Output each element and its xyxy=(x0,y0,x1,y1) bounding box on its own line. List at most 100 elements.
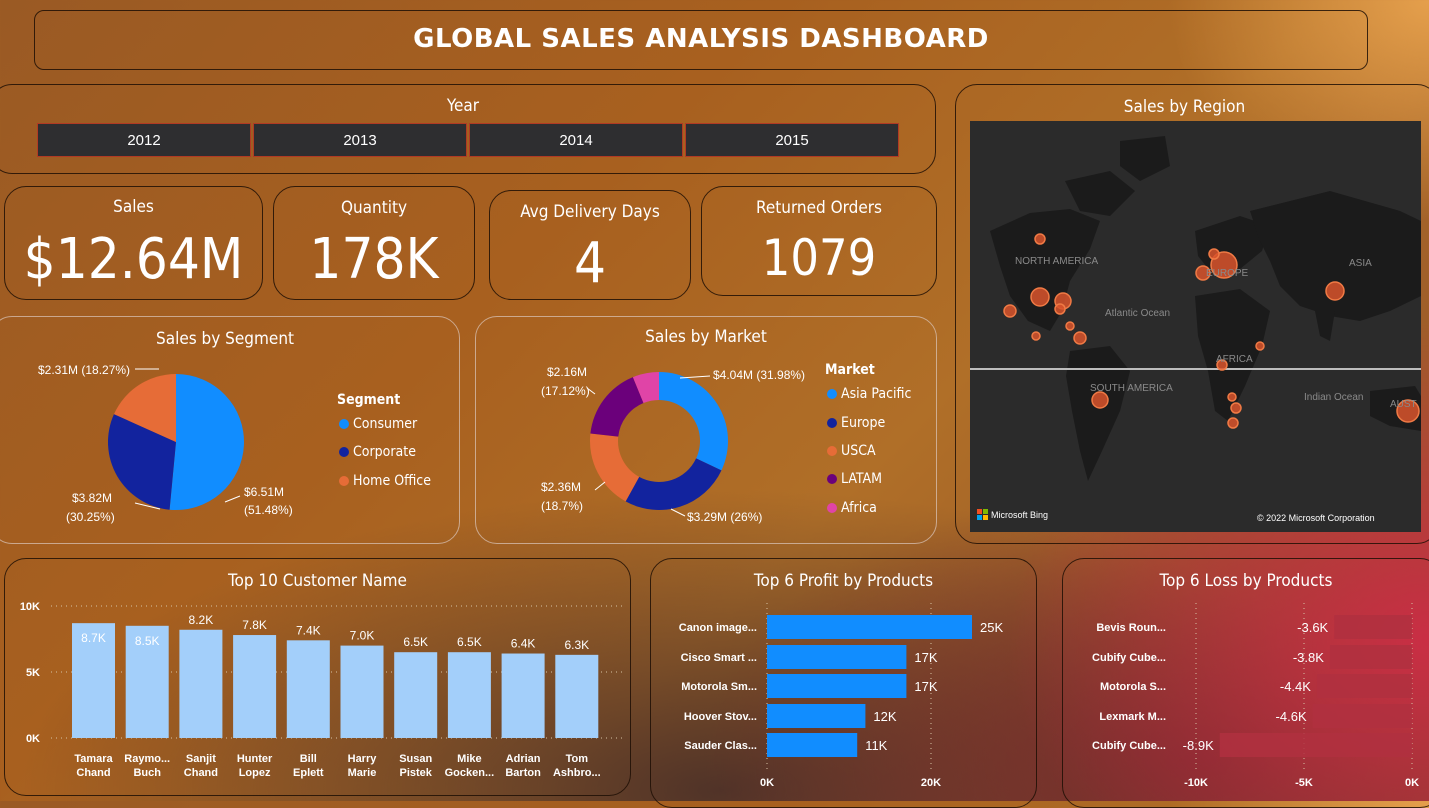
segment-label-corporate-pct: (30.25%) xyxy=(66,510,115,524)
y-tick-label: Lexmark M... xyxy=(1099,711,1166,723)
legend-dot-icon xyxy=(339,476,349,486)
x-tick-label: -10K xyxy=(1184,777,1208,789)
profit-bar[interactable] xyxy=(767,704,866,728)
y-tick-label: Motorola S... xyxy=(1100,681,1166,693)
data-label: 11K xyxy=(865,738,887,753)
data-label: 8.7K xyxy=(81,631,106,645)
map-label-south-america: SOUTH AMERICA xyxy=(1090,383,1173,394)
customer-bar[interactable] xyxy=(340,645,384,738)
x-tick-label: Gocken... xyxy=(445,767,495,779)
legend-dot-icon xyxy=(339,419,349,429)
dashboard-title: GLOBAL SALES ANALYSIS DASHBOARD xyxy=(413,24,989,54)
segment-slice-consumer[interactable] xyxy=(169,374,245,510)
data-label: 7.8K xyxy=(242,618,267,632)
market-slice-latam[interactable] xyxy=(590,377,644,437)
customer-bar[interactable] xyxy=(179,629,223,738)
customer-bar[interactable] xyxy=(286,640,330,738)
loss-bar[interactable] xyxy=(1219,733,1412,757)
profit-bar[interactable] xyxy=(767,645,907,669)
x-tick-label: Tom xyxy=(566,753,589,765)
legend-label: Europe xyxy=(841,415,886,431)
bing-label: Microsoft Bing xyxy=(991,510,1048,520)
market-legend-usca[interactable]: USCA xyxy=(827,443,876,459)
y-tick-label: 5K xyxy=(26,667,40,679)
x-tick-label: Lopez xyxy=(239,767,271,779)
legend-label: LATAM xyxy=(841,471,882,487)
profit-bar[interactable] xyxy=(767,615,972,639)
x-tick-label: Harry xyxy=(348,753,378,765)
legend-label: USCA xyxy=(841,443,876,459)
data-label: 8.5K xyxy=(135,634,160,648)
loss-bar-chart: -10K -5K 0K Bevis Roun... -3.6K Cubify Cube.… xyxy=(1092,603,1419,789)
data-label: 17K xyxy=(914,650,937,665)
market-legend-latam[interactable]: LATAM xyxy=(827,471,882,487)
legend-label: Home Office xyxy=(353,473,431,489)
market-legend-asia-pacific[interactable]: Asia Pacific xyxy=(827,386,911,402)
customer-bar[interactable] xyxy=(394,652,438,738)
segment-legend-home-office[interactable]: Home Office xyxy=(339,473,431,489)
kpi-sales-label: Sales xyxy=(113,197,154,217)
year-slicer: Year 2012 2013 2014 2015 xyxy=(0,84,936,174)
segment-legend-title: Segment xyxy=(337,392,401,408)
map-label-africa: AFRICA xyxy=(1216,354,1253,365)
x-tick-label: 0K xyxy=(760,777,774,789)
year-slicer-title: Year xyxy=(446,96,480,116)
customers-bar-chart: 10K 5K 0K 8.7K Tamara Chand 8.5K Raymo... Buch 8… xyxy=(20,601,624,779)
y-tick-label: Sauder Clas... xyxy=(684,740,757,752)
data-label: -3.6K xyxy=(1297,620,1328,635)
customer-bar[interactable] xyxy=(233,635,277,738)
data-label: 6.4K xyxy=(511,637,536,651)
y-tick-label: 0K xyxy=(26,733,40,745)
data-label: 25K xyxy=(980,620,1003,635)
kpi-sales-card: Sales $12.64M xyxy=(4,186,263,300)
map-label-north-america: NORTH AMERICA xyxy=(1015,256,1098,267)
kpi-quantity-value: 178K xyxy=(309,227,439,292)
loss-bar[interactable] xyxy=(1329,645,1412,669)
map-copyright: © 2022 Microsoft Corporation xyxy=(1257,513,1375,523)
profit-bar[interactable] xyxy=(767,733,858,757)
data-label: -4.6K xyxy=(1276,709,1307,724)
x-tick-label: 0K xyxy=(1405,777,1419,789)
market-legend-africa[interactable]: Africa xyxy=(827,500,877,516)
kpi-returned-card: Returned Orders 1079 xyxy=(701,186,937,296)
kpi-quantity-card: Quantity 178K xyxy=(273,186,475,300)
segment-legend-consumer[interactable]: Consumer xyxy=(339,416,417,432)
x-tick-label: Chand xyxy=(184,767,218,779)
y-tick-label: 10K xyxy=(20,601,40,613)
legend-dot-icon xyxy=(339,447,349,457)
market-label-latam-value: $2.16M xyxy=(547,365,587,379)
data-label: -4.4K xyxy=(1280,679,1311,694)
x-tick-label: 20K xyxy=(921,777,941,789)
market-slice-europe[interactable] xyxy=(625,458,722,510)
legend-dot-icon xyxy=(827,446,837,456)
customer-bar[interactable] xyxy=(501,653,545,738)
loss-bar[interactable] xyxy=(1316,674,1412,698)
x-tick-label: Eplett xyxy=(293,767,324,779)
profit-bar[interactable] xyxy=(767,674,907,698)
kpi-returned-label: Returned Orders xyxy=(755,198,883,218)
data-label: 8.2K xyxy=(189,613,214,627)
x-tick-label: Barton xyxy=(505,767,541,779)
market-slice-asia-pacific[interactable] xyxy=(659,372,728,471)
x-tick-label: Hunter xyxy=(237,753,273,765)
customer-bar[interactable] xyxy=(555,654,599,738)
year-option-2015[interactable]: 2015 xyxy=(685,123,899,157)
legend-label: Africa xyxy=(841,500,877,516)
x-tick-label: Raymo... xyxy=(124,753,170,765)
market-legend-europe[interactable]: Europe xyxy=(827,415,885,431)
data-label: 17K xyxy=(914,679,937,694)
region-map[interactable]: NORTH AMERICA EUROPE ASIA Atlantic Ocean… xyxy=(970,121,1421,532)
data-label: 6.5K xyxy=(457,635,482,649)
year-option-2014[interactable]: 2014 xyxy=(469,123,683,157)
y-tick-label: Motorola Sm... xyxy=(681,681,757,693)
map-label-australia: AUST xyxy=(1390,399,1417,410)
market-label-europe: $3.29M (26%) xyxy=(687,510,762,524)
legend-dot-icon xyxy=(827,418,837,428)
year-option-2012[interactable]: 2012 xyxy=(37,123,251,157)
year-option-2013[interactable]: 2013 xyxy=(253,123,467,157)
customer-bar[interactable] xyxy=(447,652,491,738)
loss-bar[interactable] xyxy=(1312,704,1412,728)
segment-legend-corporate[interactable]: Corporate xyxy=(339,444,416,460)
kpi-delivery-value: 4 xyxy=(573,231,607,296)
loss-bar[interactable] xyxy=(1334,615,1412,639)
